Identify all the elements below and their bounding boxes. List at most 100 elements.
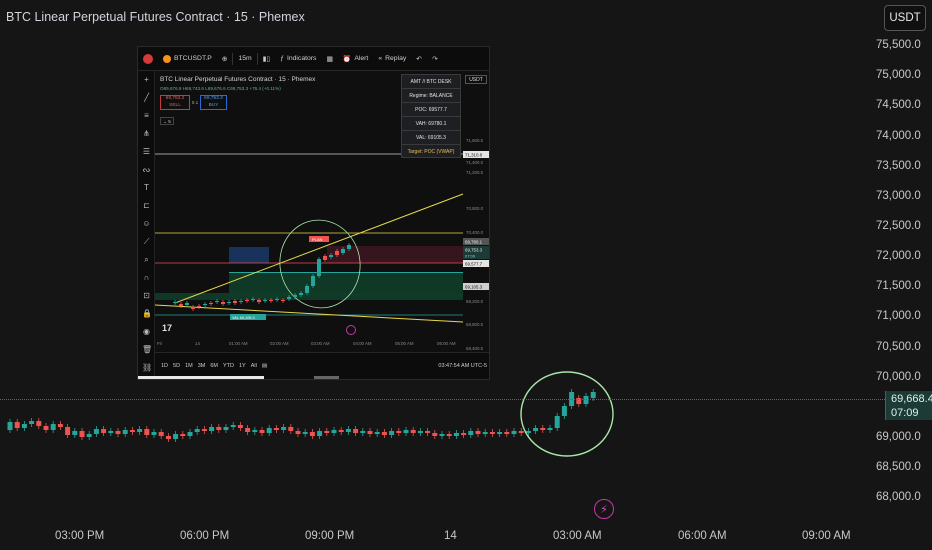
inset-toolbar: BTCUSDT.P ⊕ 15m ▮▯ ƒ Indicators ▦ ⏰ Alert … bbox=[138, 47, 489, 71]
timeframe: 3M bbox=[197, 363, 206, 369]
bar-style-icon: ▮▯ bbox=[262, 55, 271, 63]
trendline-icon: ╱ bbox=[144, 93, 149, 102]
amt-row: AMT // BTC DESK bbox=[402, 75, 460, 89]
time-tick: 06:00 AM bbox=[678, 530, 727, 542]
candle bbox=[129, 430, 135, 432]
current-price-badge: 69,668.4 07:09 bbox=[885, 391, 932, 420]
price-tag: 69,105.3 bbox=[465, 285, 483, 290]
inset-price-tick: 71,400.0 bbox=[466, 160, 484, 165]
price-tag: 69,753.3 bbox=[465, 248, 483, 253]
candle bbox=[221, 302, 225, 304]
candle bbox=[331, 430, 337, 433]
candle bbox=[251, 299, 255, 300]
time-tick: 03:00 PM bbox=[55, 530, 105, 542]
candle bbox=[237, 425, 243, 428]
candle bbox=[403, 430, 409, 433]
inset-time-tick: 06:00 AM bbox=[437, 341, 456, 346]
ruler-icon: ⟋ bbox=[143, 237, 150, 246]
price-tick: 69,000.0 bbox=[876, 431, 921, 443]
trendline-down bbox=[155, 304, 464, 323]
price-tick: 70,000.0 bbox=[876, 371, 921, 383]
candle bbox=[525, 431, 531, 433]
candle bbox=[158, 432, 164, 436]
symbol-label: BTCUSDT.P bbox=[174, 55, 212, 62]
candle bbox=[338, 430, 344, 432]
currency-button[interactable]: USDT bbox=[884, 5, 926, 31]
amt-row: VAH: 69780.1 bbox=[402, 117, 460, 131]
price-tag-countdown: 07:09 bbox=[465, 254, 476, 259]
candle bbox=[165, 436, 171, 439]
candle bbox=[439, 434, 445, 436]
inset-time-tick: 05:00 AM bbox=[395, 341, 414, 346]
candle bbox=[252, 430, 258, 432]
candle bbox=[432, 433, 438, 436]
replay-icon: « bbox=[378, 55, 383, 62]
inset-time-tick: 03:00 AM bbox=[311, 341, 330, 346]
candle bbox=[29, 421, 35, 424]
candle bbox=[230, 425, 236, 427]
candle bbox=[381, 432, 387, 435]
candle bbox=[341, 249, 345, 253]
candle bbox=[389, 431, 395, 435]
inset-time-tick: 01:00 AM bbox=[229, 341, 248, 346]
candle bbox=[93, 429, 99, 434]
candle bbox=[461, 433, 467, 435]
candle bbox=[329, 255, 333, 257]
timeframe: 6M bbox=[210, 363, 218, 369]
layout-icon: ▦ bbox=[326, 55, 333, 63]
candle bbox=[309, 432, 315, 436]
time-tick: 09:00 AM bbox=[802, 530, 851, 542]
candle bbox=[475, 431, 481, 434]
va-band bbox=[155, 172, 463, 214]
inset-scrollbar bbox=[138, 376, 264, 379]
candle bbox=[259, 430, 265, 433]
candle bbox=[446, 434, 452, 436]
candle bbox=[185, 303, 189, 305]
time-tick: 09:00 PM bbox=[305, 530, 355, 542]
candle bbox=[7, 422, 13, 430]
candle bbox=[299, 293, 303, 295]
horizontal-line-icon: ≡ bbox=[144, 111, 149, 120]
candle bbox=[209, 303, 213, 304]
current-price-line bbox=[0, 399, 885, 400]
candle bbox=[239, 301, 243, 302]
eye-icon: ◉ bbox=[143, 327, 150, 336]
timeframe: 1M bbox=[185, 363, 193, 369]
link-icon: ⛓ bbox=[142, 363, 153, 372]
candle bbox=[583, 396, 589, 404]
price-tick: 73,500.0 bbox=[876, 160, 921, 172]
alert-label: Alert bbox=[354, 55, 369, 62]
inset-lightning-icon bbox=[346, 325, 356, 335]
trash-icon: 🗑 bbox=[142, 345, 153, 354]
inset-time-tick: 04:00 AM bbox=[353, 341, 372, 346]
candle bbox=[533, 428, 539, 431]
price-tick: 72,000.0 bbox=[876, 250, 921, 262]
candle bbox=[288, 427, 294, 431]
candle bbox=[497, 432, 503, 434]
price-tick: 68,500.0 bbox=[876, 461, 921, 473]
lightning-icon[interactable]: ⚡ bbox=[594, 499, 614, 519]
btc-icon bbox=[163, 54, 171, 63]
candle bbox=[151, 432, 157, 435]
candle bbox=[209, 427, 215, 431]
candle bbox=[180, 434, 186, 436]
bar-countdown: 07:09 bbox=[891, 407, 919, 419]
candle bbox=[273, 428, 279, 430]
inset-price-tick: 71,600.0 bbox=[466, 138, 484, 143]
candle bbox=[266, 428, 272, 433]
replay-label: Replay bbox=[385, 55, 407, 62]
candle bbox=[223, 427, 229, 430]
highlight-circle bbox=[520, 371, 614, 457]
amt-row: Target: POC (VWAP) bbox=[407, 149, 455, 155]
inset-scrollbar-thumb bbox=[314, 376, 339, 379]
candle bbox=[108, 431, 114, 433]
candle bbox=[191, 307, 195, 309]
candle bbox=[396, 431, 402, 433]
candle bbox=[482, 432, 488, 434]
inset-price-tick: 68,800.0 bbox=[466, 322, 484, 327]
candle bbox=[173, 434, 179, 439]
price-tick: 72,500.0 bbox=[876, 220, 921, 232]
green-zone-left bbox=[155, 293, 463, 300]
price-tick: 74,500.0 bbox=[876, 99, 921, 111]
candle bbox=[227, 302, 231, 303]
